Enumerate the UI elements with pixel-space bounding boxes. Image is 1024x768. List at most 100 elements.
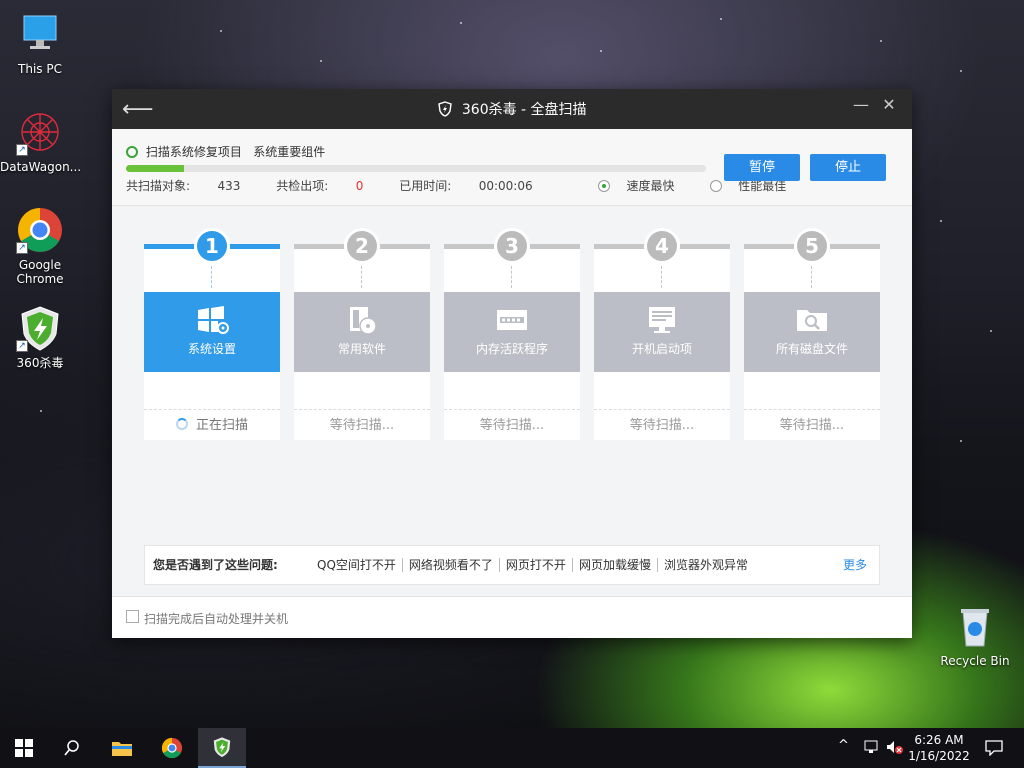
memory-icon [494, 304, 530, 336]
scan-step-4: 4 开机启动项 等待扫描... [594, 228, 730, 440]
taskbar-360[interactable] [198, 728, 246, 768]
step-card: 开机启动项 [594, 292, 730, 372]
issue-link[interactable]: 网络视频看不了 [402, 558, 500, 572]
taskbar-file-explorer[interactable] [98, 728, 146, 768]
desktop-icon-label: Google Chrome [16, 258, 64, 286]
step-label: 常用软件 [337, 342, 386, 356]
found-value: 0 [355, 179, 364, 193]
step-label: 开机启动项 [631, 342, 692, 356]
issue-link[interactable]: 网页打不开 [499, 558, 573, 572]
step-card: 所有磁盘文件 [744, 292, 880, 372]
notification-icon [985, 740, 1003, 757]
desktop-icon-datawagon[interactable]: ↗ DataWagon... [0, 108, 82, 174]
volume-muted-icon[interactable] [886, 740, 904, 754]
step-label: 系统设置 [187, 342, 236, 356]
360-shield-icon [213, 737, 231, 758]
issue-link[interactable]: 网页加载缓慢 [572, 558, 658, 572]
recycle-bin-icon [951, 602, 999, 650]
scan-target: 扫描系统修复项目 [145, 145, 242, 159]
issues-panel: 您是否遇到了这些问题: QQ空间打不开 网络视频看不了 网页打不开 网页加载缓慢 浏览器… [144, 545, 880, 585]
scan-step-3: 3 内存活跃程序 等待扫描... [444, 228, 580, 440]
more-link[interactable]: 更多 [843, 546, 867, 584]
desktop-icon-this-pc[interactable]: This PC [0, 10, 80, 76]
scanned-value: 433 [217, 179, 241, 193]
scan-progress-fill [126, 165, 184, 172]
step-divider [144, 372, 280, 410]
magnifier-icon [126, 146, 138, 158]
issues-links: QQ空间打不开 网络视频看不了 网页打不开 网页加载缓慢 浏览器外观异常 [311, 546, 754, 584]
scan-item: 系统重要组件 [253, 145, 326, 159]
step-number: 4 [644, 228, 680, 264]
desktop-icon-360[interactable]: ↗ 360杀毒 [0, 304, 80, 370]
mode-perf-option[interactable]: 性能最佳 [710, 179, 802, 193]
step-connector [661, 266, 662, 288]
software-disc-icon [344, 304, 380, 336]
scanned-label: 共扫描对象: [126, 179, 191, 193]
step-divider [744, 372, 880, 410]
elapsed-value: 00:00:06 [478, 179, 533, 193]
scan-progress-bar [126, 165, 706, 172]
minimize-button[interactable]: — [850, 95, 872, 117]
mode-fast-radio[interactable] [598, 180, 611, 192]
step-card: 系统设置 [144, 292, 280, 372]
desktop-icon-label: Recycle Bin [940, 654, 1010, 668]
shortcut-arrow-icon: ↗ [16, 340, 28, 352]
step-number: 1 [194, 228, 230, 264]
datawagon-logo-icon: ↗ [16, 108, 64, 156]
step-divider [594, 372, 730, 410]
auto-shutdown-checkbox[interactable] [126, 610, 139, 623]
network-icon[interactable] [864, 740, 880, 754]
step-status-text: 等待扫描... [779, 418, 845, 433]
taskbar-chrome[interactable] [148, 728, 196, 768]
close-button[interactable]: ✕ [878, 95, 900, 117]
elapsed-label: 已用时间: [399, 179, 452, 193]
found-label: 共检出项: [276, 179, 329, 193]
step-number: 2 [344, 228, 380, 264]
windows-settings-icon [194, 304, 230, 336]
mode-perf-radio[interactable] [710, 180, 723, 192]
mode-fast-label: 速度最快 [626, 179, 675, 193]
shortcut-arrow-icon: ↗ [16, 144, 28, 156]
computer-icon [16, 10, 64, 58]
step-label: 所有磁盘文件 [775, 342, 848, 356]
stop-button[interactable]: 停止 [810, 154, 886, 181]
window-title-text: 360杀毒 - 全盘扫描 [461, 102, 587, 118]
mode-perf-label: 性能最佳 [738, 179, 787, 193]
360-scan-window: ⟵ 360杀毒 - 全盘扫描 — ✕ 扫描系统修复项目 系统重要组件 共扫描对象… [112, 89, 912, 638]
window-titlebar: ⟵ 360杀毒 - 全盘扫描 — ✕ [112, 89, 912, 129]
issues-question: 您是否遇到了这些问题: [153, 558, 278, 572]
notifications-button[interactable] [970, 728, 1018, 768]
issue-link[interactable]: 浏览器外观异常 [658, 558, 754, 572]
desktop-icon-chrome[interactable]: ↗ Google Chrome [0, 206, 80, 286]
360-shield-icon: ↗ [16, 304, 64, 352]
step-card: 常用软件 [294, 292, 430, 372]
chrome-icon: ↗ [16, 206, 64, 254]
step-status: 正在扫描 [144, 414, 280, 433]
issue-link[interactable]: QQ空间打不开 [311, 558, 403, 572]
desktop-icon-label: DataWagon... [0, 160, 82, 174]
scan-step-1: 1 系统设置 正在扫描 [144, 228, 280, 440]
folder-search-icon [794, 304, 830, 336]
window-footer: 扫描完成后自动处理并关机 [112, 596, 912, 638]
scan-stats: 共扫描对象: 433 共检出项: 0 已用时间: 00:00:06 速度最快 性… [126, 177, 818, 194]
search-button[interactable] [48, 728, 96, 768]
step-status-text: 等待扫描... [329, 418, 395, 433]
pause-button[interactable]: 暂停 [724, 154, 800, 181]
start-button[interactable] [0, 728, 48, 768]
step-connector [361, 266, 362, 288]
auto-shutdown-label: 扫描完成后自动处理并关机 [144, 612, 289, 626]
step-divider [444, 372, 580, 410]
step-label: 内存活跃程序 [475, 342, 548, 356]
step-card: 内存活跃程序 [444, 292, 580, 372]
chevron-up-icon[interactable]: ^ [838, 738, 849, 753]
scan-step-2: 2 常用软件 等待扫描... [294, 228, 430, 440]
scan-step-5: 5 所有磁盘文件 等待扫描... [744, 228, 880, 440]
desktop-icon-recycle-bin[interactable]: Recycle Bin [935, 602, 1015, 668]
step-status-text: 正在扫描 [195, 418, 248, 433]
taskbar-clock[interactable]: 6:26 AM 1/16/2022 [904, 732, 974, 764]
mode-fast-option[interactable]: 速度最快 [598, 179, 690, 193]
step-connector [211, 266, 212, 288]
step-status-text: 等待扫描... [629, 418, 695, 433]
scan-steps-area: 1 系统设置 正在扫描 2 常用软件 等待扫描... 3 内存活跃程序 等待扫描… [112, 206, 912, 596]
desktop-icon-label: This PC [18, 62, 62, 76]
